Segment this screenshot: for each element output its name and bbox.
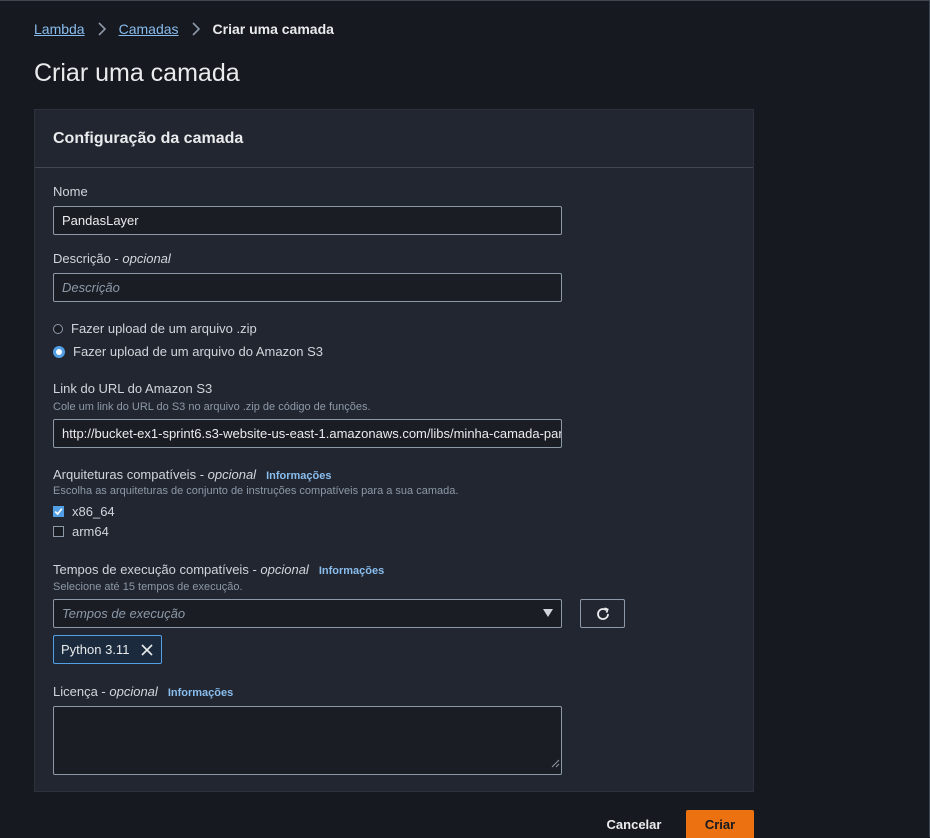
s3-url-input[interactable]: http://bucket-ex1-sprint6.s3-website-us-… xyxy=(53,419,562,448)
layer-configuration-panel: Configuração da camada Nome PandasLayer … xyxy=(34,109,754,792)
architectures-info-link[interactable]: Informações xyxy=(266,470,331,482)
runtimes-info-link[interactable]: Informações xyxy=(319,565,384,577)
runtimes-label: Tempos de execução compatíveis - opciona… xyxy=(53,562,385,577)
radio-upload-zip-label: Fazer upload de um arquivo .zip xyxy=(71,321,257,336)
radio-upload-s3-label: Fazer upload de um arquivo do Amazon S3 xyxy=(73,344,324,359)
breadcrumb-current: Criar uma camada xyxy=(212,21,334,37)
license-label: Licença - opcional Informações xyxy=(53,684,234,699)
page-title: Criar uma camada xyxy=(34,59,240,87)
optional-text: opcional xyxy=(207,467,257,482)
refresh-button[interactable] xyxy=(580,599,625,628)
description-label: Descrição - opcional xyxy=(53,251,171,266)
license-label-text: Licença xyxy=(53,684,98,699)
refresh-icon xyxy=(595,606,611,622)
name-input[interactable]: PandasLayer xyxy=(53,206,562,235)
architectures-description: Escolha as arquiteturas de conjunto de i… xyxy=(53,485,459,497)
radio-upload-s3[interactable]: Fazer upload de um arquivo do Amazon S3 xyxy=(53,344,323,359)
name-label: Nome xyxy=(53,184,88,199)
chevron-right-icon xyxy=(97,22,107,36)
runtimes-description: Selecione até 15 tempos de execução. xyxy=(53,581,243,593)
architectures-label: Arquiteturas compatíveis - opcional Infor… xyxy=(53,467,332,482)
panel-header: Configuração da camada xyxy=(35,110,753,168)
s3-link-label: Link do URL do Amazon S3 xyxy=(53,381,213,396)
license-textarea[interactable] xyxy=(53,706,562,775)
close-icon[interactable] xyxy=(140,643,154,657)
chevron-right-icon xyxy=(191,22,201,36)
checkbox-arm64[interactable]: arm64 xyxy=(53,524,109,539)
cancel-button[interactable]: Cancelar xyxy=(596,810,672,838)
checkbox-arm64-label: arm64 xyxy=(72,524,109,539)
description-input[interactable]: Descrição xyxy=(53,273,562,302)
optional-text: opcional xyxy=(109,684,158,699)
checkbox-icon[interactable] xyxy=(53,526,64,537)
optional-text: opcional xyxy=(122,251,171,266)
description-label-text: Descrição xyxy=(53,251,111,266)
radio-upload-zip[interactable]: Fazer upload de um arquivo .zip xyxy=(53,321,257,336)
runtimes-label-text: Tempos de execução compatíveis xyxy=(53,562,249,577)
runtime-token: Python 3.11 xyxy=(53,635,162,664)
resize-handle-icon[interactable] xyxy=(551,755,560,773)
breadcrumb: Lambda Camadas Criar uma camada xyxy=(34,21,334,37)
checkbox-x86-64-label: x86_64 xyxy=(72,504,115,519)
s3-link-description: Cole um link do URL do S3 no arquivo .zi… xyxy=(53,401,371,413)
checkbox-checked-icon[interactable] xyxy=(53,506,64,517)
runtimes-select[interactable]: Tempos de execução xyxy=(53,599,562,628)
runtimes-select-placeholder: Tempos de execução xyxy=(62,606,186,621)
checkbox-x86-64[interactable]: x86_64 xyxy=(53,504,115,519)
architectures-label-text: Arquiteturas compatíveis xyxy=(53,467,197,482)
create-button[interactable]: Criar xyxy=(686,810,754,838)
breadcrumb-lambda[interactable]: Lambda xyxy=(34,21,85,37)
optional-text: opcional xyxy=(260,562,309,577)
license-info-link[interactable]: Informações xyxy=(168,687,233,699)
radio-button-selected-icon[interactable] xyxy=(53,345,65,358)
caret-down-icon xyxy=(543,609,553,617)
radio-button-icon[interactable] xyxy=(53,323,63,334)
breadcrumb-camadas[interactable]: Camadas xyxy=(119,21,179,37)
runtime-token-label: Python 3.11 xyxy=(61,642,130,657)
panel-title: Configuração da camada xyxy=(53,129,244,147)
